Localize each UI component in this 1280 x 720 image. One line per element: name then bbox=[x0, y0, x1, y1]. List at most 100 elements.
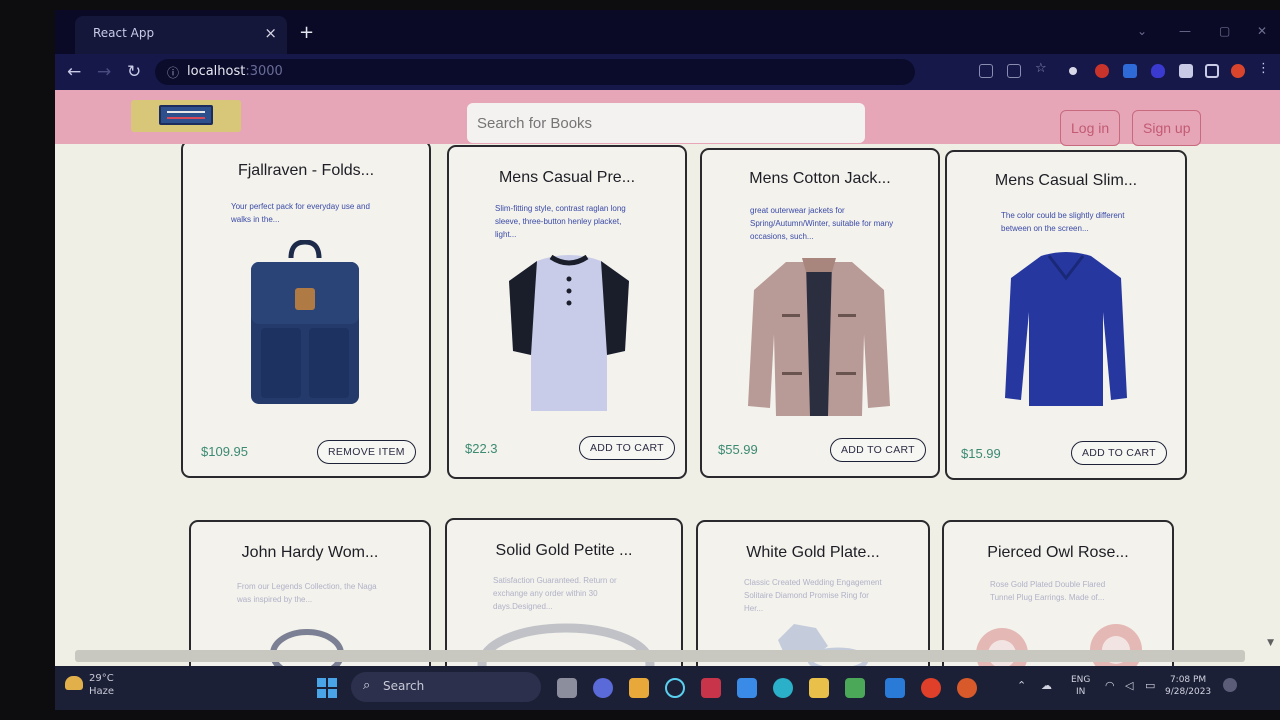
volume-icon[interactable]: ◁ bbox=[1125, 680, 1133, 692]
camera-icon[interactable] bbox=[701, 678, 721, 698]
maximize-icon[interactable]: ▢ bbox=[1219, 24, 1230, 38]
edge-icon[interactable] bbox=[773, 678, 793, 698]
chrome-icon[interactable] bbox=[921, 678, 941, 698]
share-icon[interactable] bbox=[1007, 64, 1021, 78]
product-price: $109.95 bbox=[201, 444, 248, 459]
product-title: Pierced Owl Rose... bbox=[987, 544, 1129, 561]
profile-avatar-icon[interactable] bbox=[1231, 64, 1245, 78]
product-price: $55.99 bbox=[718, 442, 758, 457]
react-icon[interactable] bbox=[665, 678, 685, 698]
product-price: $15.99 bbox=[961, 446, 1001, 461]
date: 9/28/2023 bbox=[1165, 687, 1212, 697]
windows-start-icon[interactable] bbox=[317, 678, 337, 698]
task-view-icon[interactable] bbox=[557, 678, 577, 698]
search-input[interactable] bbox=[467, 103, 865, 143]
search-icon: ⌕ bbox=[363, 678, 371, 693]
product-card: White Gold Plate... Classic Created Wedd… bbox=[696, 520, 930, 666]
close-window-icon[interactable]: ✕ bbox=[1257, 24, 1267, 38]
weather-condition: Haze bbox=[89, 686, 115, 697]
back-icon[interactable]: ← bbox=[67, 62, 81, 82]
product-description: Classic Created Wedding Engagement Solit… bbox=[744, 578, 882, 613]
minimize-icon[interactable]: — bbox=[1179, 24, 1191, 38]
product-description: Satisfaction Guaranteed. Return or excha… bbox=[493, 576, 617, 611]
product-card: John Hardy Wom... From our Legends Colle… bbox=[189, 520, 431, 666]
product-card: Pierced Owl Rose... Rose Gold Plated Dou… bbox=[942, 520, 1174, 666]
vscode-icon[interactable] bbox=[885, 678, 905, 698]
add-to-cart-button[interactable]: ADD TO CART bbox=[579, 436, 675, 460]
weather-icon[interactable] bbox=[65, 676, 83, 690]
weather-widget[interactable]: 29°C Haze bbox=[89, 672, 114, 698]
sidepanel-icon[interactable] bbox=[1205, 64, 1219, 78]
product-description: Slim-fitting style, contrast raglan long… bbox=[495, 204, 626, 239]
url-field[interactable]: ⓘ localhost:3000 bbox=[155, 59, 915, 85]
product-description: The color could be slightly different be… bbox=[1001, 211, 1125, 233]
signup-button[interactable]: Sign up bbox=[1132, 110, 1202, 146]
taskbar-search-label: Search bbox=[383, 679, 425, 693]
new-tab-button[interactable]: + bbox=[299, 22, 314, 43]
logo[interactable] bbox=[131, 100, 241, 132]
app-viewport: Fjallraven - Folds... Your perfect pack … bbox=[55, 90, 1280, 666]
tray-chevron-icon[interactable]: ⌃ bbox=[1017, 680, 1026, 692]
product-title: Fjallraven - Folds... bbox=[237, 162, 375, 179]
reload-icon[interactable]: ↻ bbox=[127, 62, 141, 82]
sweater-image bbox=[1005, 252, 1127, 406]
product-description: great outerwear jackets for Spring/Autum… bbox=[750, 206, 894, 241]
extension-shield-icon[interactable] bbox=[1151, 64, 1165, 78]
store-icon[interactable] bbox=[629, 678, 649, 698]
product-title: Solid Gold Petite ... bbox=[495, 542, 633, 559]
remove-item-button[interactable]: REMOVE ITEM bbox=[317, 440, 416, 464]
notification-icon[interactable] bbox=[1223, 678, 1237, 692]
book-logo-icon bbox=[159, 105, 213, 125]
close-tab-icon[interactable]: × bbox=[264, 24, 277, 42]
login-button[interactable]: Log in bbox=[1060, 110, 1121, 146]
url-host: localhost bbox=[187, 64, 246, 79]
scroll-down-icon[interactable]: ▼ bbox=[1267, 638, 1274, 648]
tab-title: React App bbox=[93, 26, 155, 40]
jacket-image bbox=[748, 258, 890, 416]
product-title: John Hardy Wom... bbox=[241, 544, 379, 561]
product-title: White Gold Plate... bbox=[746, 544, 880, 561]
extension-dot-icon[interactable] bbox=[1069, 67, 1077, 75]
chevron-down-icon[interactable]: ⌄ bbox=[1137, 24, 1147, 38]
wifi-icon[interactable]: ◠ bbox=[1105, 680, 1115, 692]
url-port: :3000 bbox=[245, 64, 283, 79]
star-icon[interactable]: ☆ bbox=[1035, 61, 1049, 76]
product-card: Fjallraven - Folds... Your perfect pack … bbox=[181, 140, 431, 478]
forward-icon[interactable]: → bbox=[97, 62, 111, 82]
battery-icon[interactable]: ▭ bbox=[1145, 680, 1155, 692]
chat-icon[interactable] bbox=[593, 678, 613, 698]
language: ENG bbox=[1071, 675, 1091, 685]
backpack-image bbox=[251, 240, 359, 404]
extension-pen-icon[interactable] bbox=[1123, 64, 1137, 78]
product-card: Mens Cotton Jack... great outerwear jack… bbox=[700, 148, 940, 478]
product-title: Mens Casual Slim... bbox=[994, 172, 1138, 189]
open-external-icon[interactable] bbox=[979, 64, 993, 78]
product-title: Mens Casual Pre... bbox=[498, 169, 636, 186]
product-card: Mens Casual Slim... The color could be s… bbox=[945, 150, 1187, 480]
taskbar-search[interactable]: ⌕ Search bbox=[351, 672, 541, 702]
product-title: Mens Cotton Jack... bbox=[749, 170, 891, 187]
language-indicator[interactable]: ENG IN bbox=[1071, 674, 1090, 698]
file-explorer-icon[interactable] bbox=[809, 678, 829, 698]
extension-red-icon[interactable] bbox=[1095, 64, 1109, 78]
add-to-cart-button[interactable]: ADD TO CART bbox=[830, 438, 926, 462]
puzzle-icon[interactable] bbox=[1179, 64, 1193, 78]
temperature: 29°C bbox=[89, 673, 114, 684]
horizontal-scrollbar[interactable] bbox=[75, 650, 1245, 662]
menu-dots-icon[interactable]: ⋮ bbox=[1257, 61, 1271, 76]
clock[interactable]: 7:08 PM 9/28/2023 bbox=[1165, 674, 1211, 698]
navbar: Log in Sign up bbox=[55, 90, 1280, 146]
info-icon[interactable]: ⓘ bbox=[167, 64, 179, 81]
tab-bar: React App × + ⌄ — ▢ ✕ bbox=[55, 10, 1280, 54]
window-app-icon[interactable] bbox=[737, 678, 757, 698]
region: IN bbox=[1076, 687, 1086, 697]
browser-window: React App × + ⌄ — ▢ ✕ ← → ↻ ⓘ localhost:… bbox=[55, 10, 1280, 710]
product-description: Your perfect pack for everyday use and w… bbox=[231, 202, 370, 224]
product-description: Rose Gold Plated Double Flared Tunnel Pl… bbox=[990, 580, 1106, 602]
tab-react-app[interactable]: React App × bbox=[75, 16, 287, 54]
notepad-icon[interactable] bbox=[845, 678, 865, 698]
cloud-icon[interactable]: ☁ bbox=[1041, 680, 1052, 692]
chrome-profile-icon[interactable] bbox=[957, 678, 977, 698]
product-card: Mens Casual Pre... Slim-fitting style, c… bbox=[447, 145, 687, 479]
add-to-cart-button[interactable]: ADD TO CART bbox=[1071, 441, 1167, 465]
